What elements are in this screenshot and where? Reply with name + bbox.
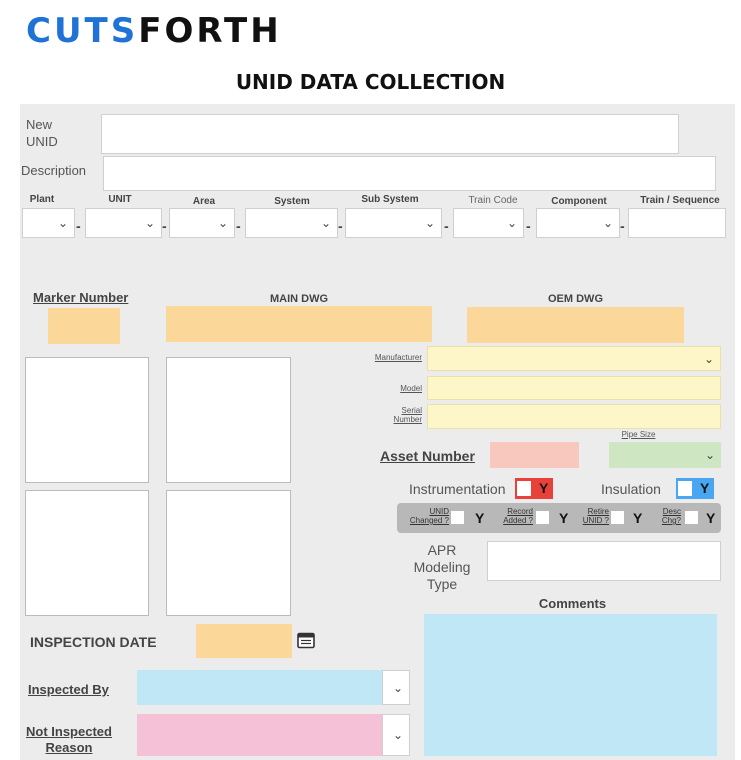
insulation-label: Insulation — [601, 481, 661, 497]
description-label: Description — [21, 163, 87, 178]
record-added-checkbox[interactable] — [536, 511, 549, 524]
chevron-down-icon: ⌄ — [703, 351, 714, 366]
new-unid-input[interactable] — [101, 114, 679, 154]
chevron-down-icon: ⌄ — [57, 216, 68, 230]
separator-dash: - — [236, 218, 241, 234]
calendar-icon[interactable] — [297, 632, 315, 649]
model-label: Model — [400, 384, 422, 393]
oem-dwg-input[interactable] — [467, 307, 684, 343]
train-code-header: Train Code — [468, 195, 518, 206]
desc-chg-yes: Y — [706, 510, 716, 526]
toggle-yes-mark: Y — [700, 480, 710, 496]
asset-number-label: Asset Number — [380, 448, 475, 464]
company-logo: CUTSFORTH — [26, 10, 282, 52]
desc-chg-checkbox[interactable] — [685, 511, 698, 524]
retire-unid-checkbox[interactable] — [611, 511, 624, 524]
system-select[interactable]: ⌄ — [245, 208, 338, 238]
separator-dash: - — [526, 218, 531, 234]
chevron-down-icon: ⌄ — [392, 728, 403, 742]
asset-number-input[interactable] — [490, 442, 579, 468]
component-select[interactable]: ⌄ — [536, 208, 620, 238]
manufacturer-label: Manufacturer — [374, 353, 422, 362]
chevron-down-icon: ⌄ — [320, 216, 331, 230]
train-code-select[interactable]: ⌄ — [453, 208, 524, 238]
new-unid-label: New UNID — [26, 117, 58, 149]
not-inspected-reason-label: Not Inspected Reason — [26, 724, 112, 755]
pipe-size-label: Pipe Size — [621, 430, 656, 439]
model-input[interactable] — [427, 376, 721, 400]
unit-header: UNIT — [108, 194, 132, 205]
subsystem-header: Sub System — [361, 194, 419, 205]
instrumentation-label: Instrumentation — [409, 481, 506, 497]
separator-dash: - — [620, 218, 625, 234]
desc-chg-label: Desc Chg? — [661, 507, 681, 525]
flags-bar: UNID Changed ? Y Record Added ? Y Retire… — [397, 503, 721, 533]
unit-select[interactable]: ⌄ — [85, 208, 162, 238]
main-dwg-label: MAIN DWG — [269, 293, 329, 305]
separator-dash: - — [162, 218, 167, 234]
not-inspected-reason-dropdown[interactable]: ⌄ — [382, 714, 410, 756]
apr-modeling-type-input[interactable] — [487, 541, 721, 581]
instrumentation-toggle[interactable]: Y — [515, 478, 553, 499]
train-sequence-input[interactable] — [628, 208, 726, 238]
chevron-down-icon: ⌄ — [506, 216, 517, 230]
component-header: Component — [551, 196, 607, 207]
toggle-knob — [517, 481, 531, 496]
serial-number-input[interactable] — [427, 404, 721, 429]
logo-text: FORTH — [138, 11, 282, 51]
area-header: Area — [192, 196, 216, 207]
oem-dwg-label: OEM DWG — [548, 293, 603, 305]
marker-number-label: Marker Number — [33, 290, 129, 305]
retire-unid-yes: Y — [633, 510, 643, 526]
photo-box-2[interactable] — [166, 357, 291, 483]
retire-unid-label: Retire UNID ? — [582, 507, 609, 525]
train-sequence-header: Train / Sequence — [640, 195, 720, 206]
description-input[interactable] — [103, 156, 716, 191]
inspection-date-label: INSPECTION DATE — [30, 634, 157, 650]
record-added-yes: Y — [559, 510, 569, 526]
area-select[interactable]: ⌄ — [169, 208, 235, 238]
apr-modeling-type-label: APR Modeling Type — [413, 542, 471, 592]
comments-textarea[interactable] — [424, 614, 717, 756]
inspected-by-label: Inspected By — [28, 682, 109, 697]
inspected-by-input[interactable] — [137, 670, 382, 705]
separator-dash: - — [76, 218, 81, 234]
chevron-down-icon: ⌄ — [704, 448, 715, 462]
chevron-down-icon: ⌄ — [602, 216, 613, 230]
photo-box-1[interactable] — [25, 357, 149, 483]
chevron-down-icon: ⌄ — [144, 216, 155, 230]
photo-box-4[interactable] — [166, 490, 291, 616]
system-header: System — [274, 196, 310, 207]
toggle-knob — [678, 481, 692, 496]
separator-dash: - — [444, 218, 449, 234]
not-inspected-reason-input[interactable] — [137, 714, 382, 756]
chevron-down-icon: ⌄ — [424, 216, 435, 230]
marker-number-input[interactable] — [48, 308, 120, 344]
insulation-toggle[interactable]: Y — [676, 478, 714, 499]
page-title: UNID DATA COLLECTION — [235, 70, 506, 94]
pipe-size-select[interactable]: ⌄ — [609, 442, 721, 468]
manufacturer-select[interactable]: ⌄ — [427, 346, 721, 371]
comments-label: Comments — [538, 596, 607, 611]
inspection-date-input[interactable] — [196, 624, 292, 658]
photo-box-3[interactable] — [25, 490, 149, 616]
serial-number-label: Serial Number — [393, 406, 422, 424]
unid-changed-yes: Y — [475, 510, 485, 526]
logo-text-accent: CUTS — [26, 11, 139, 51]
plant-header: Plant — [29, 194, 55, 205]
chevron-down-icon: ⌄ — [217, 216, 228, 230]
subsystem-select[interactable]: ⌄ — [345, 208, 442, 238]
unid-changed-checkbox[interactable] — [451, 511, 464, 524]
separator-dash: - — [338, 218, 343, 234]
main-dwg-input[interactable] — [166, 306, 432, 342]
chevron-down-icon: ⌄ — [392, 680, 403, 695]
inspected-by-dropdown[interactable]: ⌄ — [382, 670, 410, 705]
plant-select[interactable]: ⌄ — [22, 208, 75, 238]
unid-changed-label: UNID Changed ? — [409, 507, 449, 525]
record-added-label: Record Added ? — [503, 507, 533, 525]
toggle-yes-mark: Y — [539, 480, 549, 496]
